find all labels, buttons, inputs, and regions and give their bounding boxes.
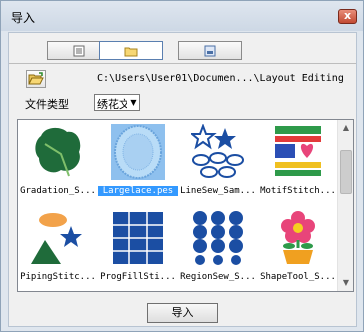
picture-icon (204, 45, 216, 56)
tab-folder-view[interactable] (99, 41, 163, 60)
open-folder-button[interactable] (26, 70, 46, 88)
file-item[interactable]: PipingStitc... (18, 206, 98, 291)
file-item[interactable]: ShapeTool_S... (258, 206, 338, 291)
list-icon (73, 45, 85, 56)
file-name: RegionSew_S... (180, 272, 256, 282)
window-title: 导入 (11, 11, 36, 25)
circles-grid-icon (193, 211, 243, 265)
vertical-scrollbar[interactable]: ▲ ▼ (337, 120, 353, 291)
file-name: ProgFillSti... (100, 272, 176, 282)
file-item[interactable]: LineSew_Sam... (178, 120, 258, 206)
dialog-body: C:\Users\User01\Documen...\Layout Editin… (8, 32, 357, 327)
file-thumbnail-grid: Gradation_S... Largelace.pes LineSew_Sam… (17, 119, 354, 292)
chevron-down-icon[interactable]: ▼ (128, 96, 139, 109)
file-name: PipingStitc... (20, 272, 96, 282)
motif-pattern-icon (275, 126, 321, 176)
file-name: Gradation_S... (20, 186, 96, 196)
flower-pot-icon (281, 211, 315, 264)
tab-divider (9, 63, 356, 64)
import-button[interactable]: 导入 (147, 303, 218, 323)
piping-shapes-icon (31, 213, 82, 264)
file-name: MotifStitch... (260, 186, 336, 196)
tab-picture-view[interactable] (178, 41, 242, 60)
close-icon: x (343, 9, 352, 22)
import-dialog: 导入 x C:\Users\User01\Documen...\Layout E… (0, 0, 364, 332)
file-type-select[interactable]: 绣花文 ▼ (94, 94, 140, 111)
folder-path: C:\Users\User01\Documen...\Layout Editin… (97, 73, 344, 84)
file-name: ShapeTool_S... (260, 272, 336, 282)
scroll-down-icon[interactable]: ▼ (338, 275, 353, 291)
leaf-icon (35, 127, 81, 177)
open-folder-icon (28, 72, 44, 85)
file-type-value: 绣花文 (97, 98, 127, 111)
file-item[interactable]: RegionSew_S... (178, 206, 258, 291)
lace-oval-icon (111, 124, 165, 180)
scroll-thumb[interactable] (340, 150, 352, 194)
file-item[interactable]: ProgFillSti... (98, 206, 178, 291)
file-item[interactable]: Largelace.pes (98, 120, 178, 206)
close-button[interactable]: x (338, 9, 357, 24)
file-item[interactable]: Gradation_S... (18, 120, 98, 206)
scroll-up-icon[interactable]: ▲ (338, 120, 353, 136)
stars-ovals-icon (191, 124, 244, 178)
file-item[interactable]: MotifStitch... (258, 120, 338, 206)
file-name: LineSew_Sam... (180, 186, 256, 196)
title-bar[interactable]: 导入 x (1, 1, 363, 31)
file-name: Largelace.pes (98, 186, 178, 196)
grid-tiles-icon (113, 212, 163, 264)
file-type-label: 文件类型 (25, 98, 69, 111)
folder-icon (124, 47, 138, 56)
